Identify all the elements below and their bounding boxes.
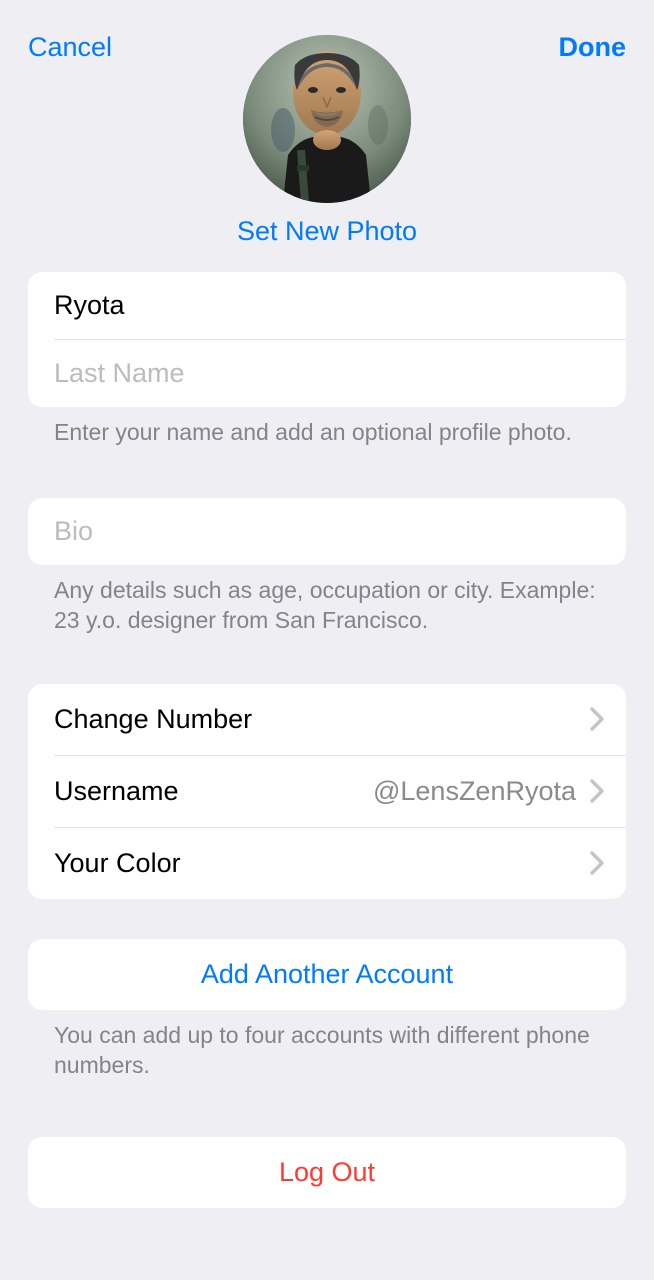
account-nav-section: Change Number Username @LensZenRyota You… bbox=[28, 684, 626, 899]
first-name-row bbox=[28, 272, 626, 339]
logout-section: Log Out bbox=[28, 1137, 626, 1208]
username-row[interactable]: Username @LensZenRyota bbox=[28, 756, 626, 827]
change-number-row[interactable]: Change Number bbox=[28, 684, 626, 755]
your-color-label: Your Color bbox=[54, 848, 181, 879]
add-account-footer: You can add up to four accounts with dif… bbox=[54, 1021, 626, 1081]
add-account-label: Add Another Account bbox=[201, 959, 453, 990]
chevron-right-icon bbox=[590, 779, 604, 803]
bio-section bbox=[28, 498, 626, 565]
last-name-field[interactable] bbox=[54, 340, 600, 407]
bio-field[interactable] bbox=[54, 498, 600, 565]
add-account-section: Add Another Account bbox=[28, 939, 626, 1010]
username-label: Username bbox=[54, 776, 179, 807]
bio-footer: Any details such as age, occupation or c… bbox=[54, 576, 626, 636]
add-account-button[interactable]: Add Another Account bbox=[28, 939, 626, 1010]
chevron-right-icon bbox=[590, 707, 604, 731]
first-name-field[interactable] bbox=[54, 272, 600, 339]
avatar-section: Set New Photo bbox=[0, 35, 654, 247]
cancel-button[interactable]: Cancel bbox=[28, 32, 112, 63]
bio-row bbox=[28, 498, 626, 565]
logout-button[interactable]: Log Out bbox=[28, 1137, 626, 1208]
chevron-right-icon bbox=[590, 851, 604, 875]
your-color-row[interactable]: Your Color bbox=[28, 828, 626, 899]
username-value: @LensZenRyota bbox=[373, 776, 576, 807]
set-new-photo-button[interactable]: Set New Photo bbox=[237, 216, 417, 247]
name-section bbox=[28, 272, 626, 407]
avatar[interactable] bbox=[243, 35, 411, 203]
change-number-label: Change Number bbox=[54, 704, 252, 735]
done-button[interactable]: Done bbox=[559, 32, 627, 63]
logout-label: Log Out bbox=[279, 1157, 375, 1188]
last-name-row bbox=[28, 340, 626, 407]
name-footer: Enter your name and add an optional prof… bbox=[54, 418, 626, 448]
